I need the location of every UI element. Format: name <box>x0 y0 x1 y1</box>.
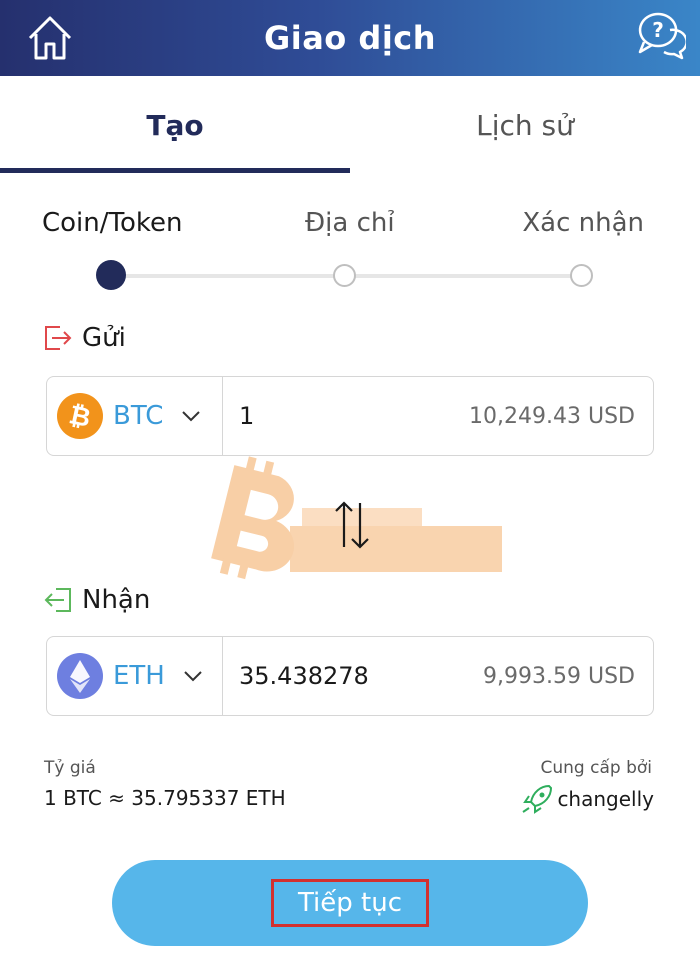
receive-amount-input[interactable]: 35.438278 9,993.59 USD <box>223 637 653 715</box>
step-dot-pending <box>333 264 356 287</box>
receive-currency-select[interactable]: ETH <box>47 637 223 715</box>
bitcoin-icon: ₿ <box>57 393 103 439</box>
send-currency-code: BTC <box>113 401 164 431</box>
app-header: Giao dịch ? <box>0 0 700 76</box>
send-currency-row: ₿ BTC 1 10,249.43 USD <box>46 376 654 456</box>
send-section-label: Gửi <box>42 322 126 354</box>
step-label-address: Địa chỉ <box>305 208 395 238</box>
tab-create[interactable]: Tạo <box>0 76 350 174</box>
changelly-rocket-icon <box>522 784 553 814</box>
send-usd-value: 10,249.43 USD <box>469 403 635 429</box>
receive-label: Nhận <box>82 585 151 615</box>
active-tab-indicator <box>0 168 350 173</box>
provider-badge: changelly <box>521 784 654 814</box>
provider-name: changelly <box>557 787 654 811</box>
receive-section-label: Nhận <box>42 584 150 616</box>
help-chat-icon: ? <box>638 12 688 60</box>
help-button[interactable]: ? <box>636 10 688 62</box>
page-title: Giao dịch <box>263 19 437 57</box>
send-currency-select[interactable]: ₿ BTC <box>47 377 223 455</box>
step-label-confirm: Xác nhận <box>522 208 644 238</box>
receive-usd-value: 9,993.59 USD <box>483 663 635 689</box>
continue-button[interactable]: Tiếp tục <box>112 860 588 946</box>
step-progress: Coin/Token Địa chỉ Xác nhận <box>0 200 700 300</box>
send-amount-input[interactable]: 1 10,249.43 USD <box>223 377 653 455</box>
tab-history[interactable]: Lịch sử <box>350 76 700 174</box>
chevron-down-icon <box>184 671 202 682</box>
exchange-rate-title: Tỷ giá <box>44 758 96 778</box>
continue-button-label: Tiếp tục <box>270 879 430 927</box>
step-dot-current <box>96 260 126 290</box>
home-button[interactable] <box>24 12 76 64</box>
swap-currencies-button[interactable] <box>330 497 374 553</box>
receive-amount-value: 35.438278 <box>239 662 369 690</box>
exchange-rate-value: 1 BTC ≈ 35.795337 ETH <box>44 786 286 810</box>
svg-text:?: ? <box>652 18 664 42</box>
receive-currency-row: ETH 35.438278 9,993.59 USD <box>46 636 654 716</box>
tab-bar: Tạo Lịch sử <box>0 76 700 174</box>
receive-in-icon <box>44 588 71 612</box>
provider-title: Cung cấp bởi <box>540 758 653 778</box>
send-amount-value: 1 <box>239 402 255 430</box>
chevron-down-icon <box>182 411 201 422</box>
receive-currency-code: ETH <box>113 661 165 691</box>
ethereum-icon <box>57 653 103 699</box>
home-icon <box>28 16 72 60</box>
step-label-coin-token: Coin/Token <box>42 208 183 238</box>
send-out-icon <box>45 326 72 350</box>
step-dot-pending <box>570 264 593 287</box>
svg-text:₿: ₿ <box>66 400 93 434</box>
swap-arrows-icon <box>335 501 369 549</box>
send-label: Gửi <box>82 323 126 353</box>
